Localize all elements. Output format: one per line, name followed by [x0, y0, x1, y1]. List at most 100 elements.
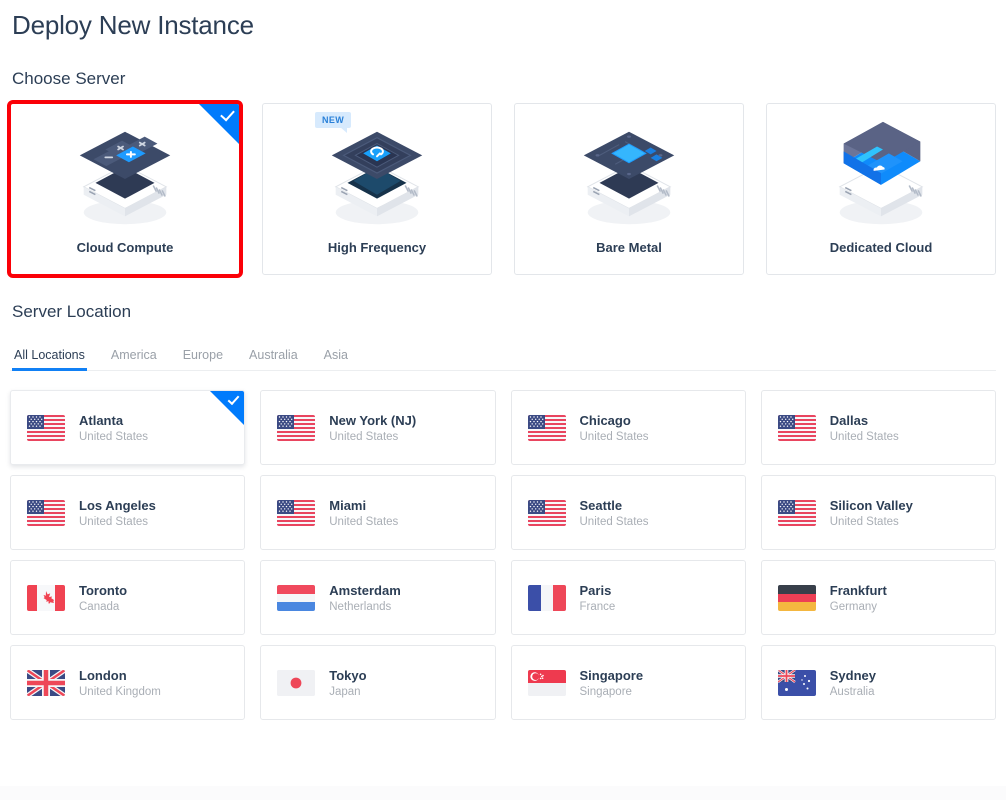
location-city: Tokyo: [329, 668, 366, 683]
location-country: Canada: [79, 601, 127, 613]
flag-icon-us: [778, 415, 816, 441]
location-country: United Kingdom: [79, 686, 161, 698]
tab-all-locations[interactable]: All Locations: [12, 344, 87, 370]
location-card-silicon-valley[interactable]: Silicon ValleyUnited States: [761, 475, 996, 550]
location-card-seattle[interactable]: Seattle United States: [511, 475, 746, 550]
location-card-atlanta[interactable]: AtlantaUnited States: [10, 390, 245, 465]
flag-icon-us: [528, 500, 566, 526]
flag-de: [778, 585, 816, 611]
location-text: Frankfurt Germany: [830, 583, 887, 613]
flag-sg: [528, 670, 566, 696]
server-type-card-cloud-compute[interactable]: Cloud Compute: [10, 103, 240, 275]
location-card-chicago[interactable]: ChicagoUnited States: [511, 390, 746, 465]
location-country: France: [580, 601, 616, 613]
server-location-heading: Server Location: [10, 302, 996, 322]
location-card-frankfurt[interactable]: Frankfurt Germany: [761, 560, 996, 635]
new-badge: NEW: [315, 112, 351, 128]
flag-nl: [277, 585, 315, 611]
location-card-los-angeles[interactable]: Los Angeles United States: [10, 475, 245, 550]
tab-australia[interactable]: Australia: [247, 344, 300, 370]
location-grid: AtlantaUnited States New York (NJ)United: [10, 390, 996, 720]
flag-us: [528, 500, 566, 526]
location-text: MiamiUnited States: [329, 498, 398, 528]
choose-server-heading: Choose Server: [10, 69, 996, 89]
location-text: SingaporeSingapore: [580, 668, 644, 698]
flag-us: [528, 415, 566, 441]
location-country: United States: [329, 516, 398, 528]
flag-us: [27, 415, 65, 441]
location-city: Frankfurt: [830, 583, 887, 598]
flag-icon-us: [27, 415, 65, 441]
location-card-toronto[interactable]: Toronto Canada: [10, 560, 245, 635]
dedicated-cloud-art: [822, 118, 940, 236]
flag-icon-fr: [528, 585, 566, 611]
dedicated-cloud-illustration: [822, 118, 940, 236]
page-bottom-strip: [0, 786, 1006, 800]
server-type-label: Dedicated Cloud: [830, 240, 933, 255]
server-type-card-high-frequency[interactable]: NEW High Frequency: [262, 103, 492, 275]
flag-icon-sg: [528, 670, 566, 696]
tab-america[interactable]: America: [109, 344, 159, 370]
location-country: United States: [580, 431, 649, 443]
flag-au: [778, 670, 816, 696]
location-city: Silicon Valley: [830, 498, 913, 513]
page-title: Deploy New Instance: [10, 0, 996, 42]
location-card-singapore[interactable]: SingaporeSingapore: [511, 645, 746, 720]
location-text: Sydney Australia: [830, 668, 876, 698]
location-city: Paris: [580, 583, 616, 598]
location-city: New York (NJ): [329, 413, 416, 428]
location-text: New York (NJ) United States: [329, 413, 416, 443]
flag-fr: [528, 585, 566, 611]
location-city: Sydney: [830, 668, 876, 683]
location-country: United States: [580, 516, 649, 528]
flag-icon-nl: [277, 585, 315, 611]
flag-icon-au: [778, 670, 816, 696]
selected-check-icon: [210, 391, 244, 425]
location-country: United States: [79, 516, 156, 528]
location-country: Australia: [830, 686, 876, 698]
flag-ca: [27, 585, 65, 611]
flag-icon-us: [277, 415, 315, 441]
location-card-london[interactable]: London United Kingdom: [10, 645, 245, 720]
location-text: Toronto Canada: [79, 583, 127, 613]
location-country: Germany: [830, 601, 887, 613]
flag-icon-us: [27, 500, 65, 526]
location-text: AtlantaUnited States: [79, 413, 148, 443]
bare-metal-art: [570, 118, 688, 236]
server-type-grid: Cloud ComputeNEW High Frequency: [10, 103, 996, 275]
selected-check-icon: [199, 104, 239, 144]
server-type-card-bare-metal[interactable]: Bare Metal: [514, 103, 744, 275]
flag-icon-us: [778, 500, 816, 526]
location-city: Toronto: [79, 583, 127, 598]
flag-icon-jp: [277, 670, 315, 696]
flag-icon-ca: [27, 585, 65, 611]
location-text: Silicon ValleyUnited States: [830, 498, 913, 528]
location-text: London United Kingdom: [79, 668, 161, 698]
location-card-miami[interactable]: MiamiUnited States: [260, 475, 495, 550]
tab-asia[interactable]: Asia: [322, 344, 350, 370]
location-card-sydney[interactable]: Sydney Australia: [761, 645, 996, 720]
location-text: DallasUnited States: [830, 413, 899, 443]
location-country: United States: [329, 431, 416, 443]
location-city: Los Angeles: [79, 498, 156, 513]
server-type-label: Bare Metal: [596, 240, 662, 255]
tab-europe[interactable]: Europe: [181, 344, 225, 370]
location-city: Seattle: [580, 498, 649, 513]
location-city: London: [79, 668, 161, 683]
location-text: Paris France: [580, 583, 616, 613]
location-city: Amsterdam: [329, 583, 401, 598]
location-card-new-york-nj[interactable]: New York (NJ) United States: [260, 390, 495, 465]
location-card-tokyo[interactable]: Tokyo Japan: [260, 645, 495, 720]
flag-gb: [27, 670, 65, 696]
flag-us: [778, 415, 816, 441]
location-card-amsterdam[interactable]: AmsterdamNetherlands: [260, 560, 495, 635]
location-country: Japan: [329, 686, 366, 698]
location-city: Dallas: [830, 413, 899, 428]
location-country: Singapore: [580, 686, 644, 698]
location-card-paris[interactable]: Paris France: [511, 560, 746, 635]
high-frequency-illustration: [318, 118, 436, 236]
server-type-card-dedicated-cloud[interactable]: Dedicated Cloud: [766, 103, 996, 275]
location-card-dallas[interactable]: DallasUnited States: [761, 390, 996, 465]
flag-icon-de: [778, 585, 816, 611]
bare-metal-illustration: [570, 118, 688, 236]
